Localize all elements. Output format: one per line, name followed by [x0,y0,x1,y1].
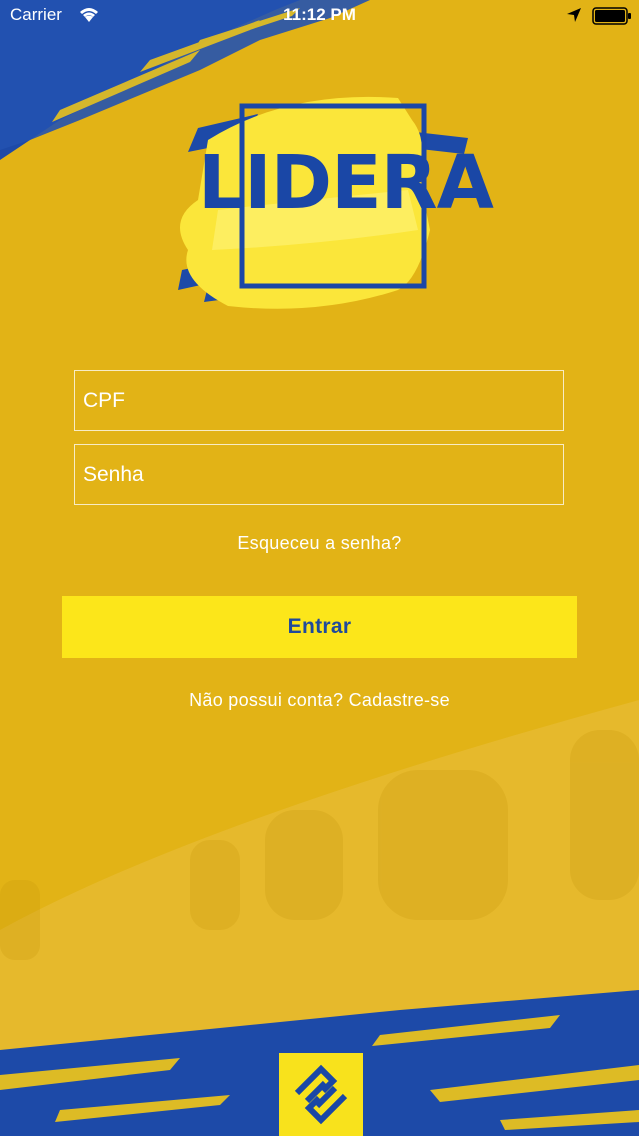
login-screen: Carrier 11:12 PM LIDERA CPF Esqueceu a s… [0,0,639,1136]
cpf-input[interactable] [75,371,563,430]
signup-link[interactable]: Não possui conta? Cadastre-se [0,690,639,711]
cpf-field[interactable] [74,370,564,431]
status-bar: Carrier 11:12 PM [0,0,639,34]
status-time: 11:12 PM [283,5,356,24]
enter-button[interactable]: Entrar [62,596,577,658]
location-arrow-icon [567,8,581,22]
banco-do-brasil-logo-icon [279,1053,363,1136]
password-input[interactable] [75,445,563,504]
logo-text: LIDERA [198,140,494,226]
lidera-logo: LIDERA [168,80,494,320]
battery-icon [592,7,631,25]
password-field[interactable] [74,444,564,505]
bank-logo-mark [294,1064,348,1125]
forgot-password-link[interactable]: Esqueceu a senha? [0,533,639,554]
